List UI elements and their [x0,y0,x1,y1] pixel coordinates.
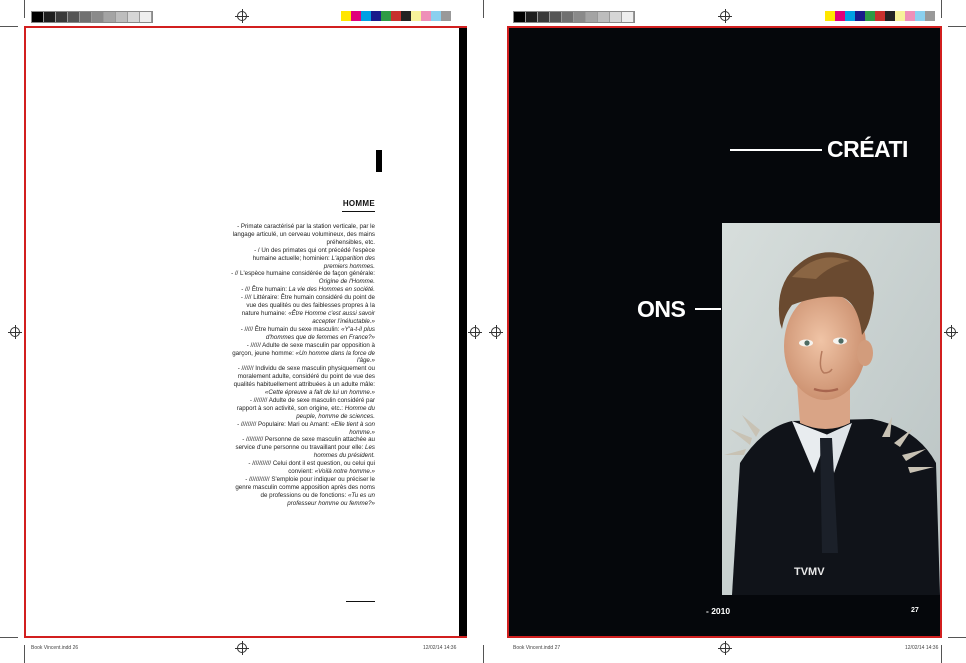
title-top-rule [730,149,822,151]
crop-mark [941,0,942,18]
crop-mark [483,645,484,663]
registration-mark-right [944,325,958,339]
vertical-black-bar [376,150,382,172]
slug-text: Book Vincent.indd 26 [31,645,79,651]
crop-mark [941,645,942,663]
crop-mark [24,645,25,663]
registration-mark-bottom-left [235,641,249,655]
definition-entry: - ////////// Personne de sexe masculin a… [230,436,375,460]
page-number-text: 27 [911,607,919,614]
svg-text:TVMV: TVMV [794,566,825,578]
definition-entry: - //////// Adulte de sexe masculin consi… [230,397,375,421]
portrait-photo: TVMV [722,223,940,595]
definition-entry: - ///// Être humain du sexe masculin: «Y… [230,326,375,342]
definition-text: - ///// Être humain du sexe masculin: [240,325,340,333]
definition-text: - /////// Individu de sexe masculin phys… [233,365,375,389]
definition-entry: - /// Être humain: La vie des Hommes en … [230,286,375,294]
registration-mark-left [8,325,22,339]
crop-mark [948,637,966,638]
page-number: 27 [911,607,919,614]
slug-left-file: Book Vincent.indd 26 [31,645,78,651]
definition-text: - /// Être humain: [241,286,287,294]
registration-mark-top-right [718,9,732,23]
definition-text: - Primate caractérisé par la station ver… [232,223,375,246]
registration-mark-center-right [489,325,503,339]
definition-entry: - ////// Adulte de sexe masculin par opp… [230,342,375,366]
grayscale-bar-right [513,11,635,23]
year-label: - 2010 [706,606,730,616]
year-text: - 2010 [706,606,731,616]
grayscale-bar-left [31,11,153,23]
definition-example: «Être Homme c'est aussi savoir accepter … [288,309,375,325]
title-bottom-rule [695,308,721,310]
registration-mark-center-left [468,325,482,339]
definition-list: - Primate caractérisé par la station ver… [230,223,375,508]
definition-entry: - / Un des primates qui ont précédé l'es… [230,247,375,271]
definition-example: «Voilà notre homme.» [314,468,375,476]
definition-text: - // L'espèce humaine considérée de faço… [231,270,375,278]
registration-mark-bottom-right [718,641,732,655]
title-top-text: CRÉATI [827,136,908,162]
right-page: CRÉATI ONS TVMV - 2010 27 [507,26,942,638]
definition-entry: - //// Littéraire: Être humain considéré… [230,294,375,326]
definition-entry: - ///////// Populaire: Mari ou Amant: «E… [230,421,375,437]
title-top: CRÉATI [827,136,908,163]
crop-mark [0,26,18,27]
definition-example: La vie des Hommes en société. [288,286,375,294]
definition-example: L'apparition des premiers hommes. [323,254,375,270]
definition-text: - ////////// Personne de sexe masculin a… [235,436,375,452]
spine-black-strip [459,28,467,636]
definition-entry: - /////// Individu de sexe masculin phys… [230,365,375,397]
slug-text: 12/02/14 14:36 [423,645,457,651]
title-bottom-text: ONS [637,296,686,322]
definition-entry: - // L'espèce humaine considérée de faço… [230,270,375,286]
definition-text: - ///////// Populaire: Mari ou Amant: [237,420,330,428]
slug-left-date: 12/02/14 14:36 [423,645,456,651]
definition-entry: - /////////// Celui dont il est question… [230,460,375,476]
slug-right-date: 12/02/14 14:36 [905,645,938,651]
crop-mark [948,26,966,27]
crop-mark [483,0,484,18]
color-bar-left [341,11,451,21]
slug-text: Book Vincent.indd 27 [513,645,561,651]
registration-mark-top-left [235,9,249,23]
definition-example: Origine de l'Homme. [318,278,375,286]
definition-entry: - Primate caractérisé par la station ver… [230,223,375,247]
end-rule [346,601,375,602]
slug-right-file: Book Vincent.indd 27 [513,645,560,651]
heading-underline [342,211,375,212]
slug-text: 12/02/14 14:36 [905,645,939,651]
heading-text: HOMME [342,199,375,208]
definition-example: «Elle tient à son homme.» [330,420,375,436]
definition-example: «Un homme dans la force de l'âge.» [295,349,375,365]
definition-example: «Cette épreuve a fait de lui un homme.» [264,389,375,397]
definition-entry: - //////////// S'emploie pour indiquer o… [230,476,375,508]
crop-mark [0,637,18,638]
section-heading: HOMME [300,199,375,208]
color-bar-right [825,11,935,21]
crop-mark [24,0,25,18]
title-bottom: ONS [637,296,686,323]
